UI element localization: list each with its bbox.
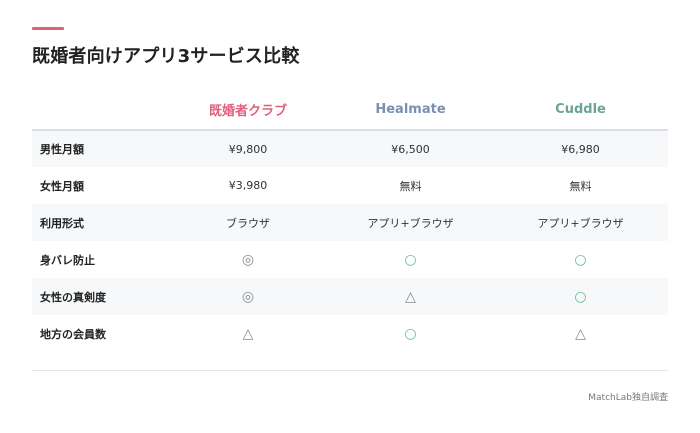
- rating-mark: ○: [328, 315, 493, 352]
- table-row: 利用形式 ブラウザ アプリ+ブラウザ アプリ+ブラウザ: [32, 204, 668, 241]
- column-header-healmate: Healmate: [328, 90, 493, 131]
- header-empty-cell: [32, 90, 168, 131]
- row-label: 女性月額: [32, 167, 168, 204]
- table-cell: ¥9,800: [168, 130, 328, 167]
- table-cell: 無料: [493, 167, 668, 204]
- table-cell: ¥6,980: [493, 130, 668, 167]
- header-row: 既婚者クラブ Healmate Cuddle: [32, 90, 668, 131]
- table-cell: アプリ+ブラウザ: [493, 204, 668, 241]
- table-row: 女性月額 ¥3,980 無料 無料: [32, 167, 668, 204]
- table-cell: アプリ+ブラウザ: [328, 204, 493, 241]
- column-header-kikonsha-club: 既婚者クラブ: [168, 90, 328, 131]
- rating-mark: ○: [493, 241, 668, 278]
- table-cell: ¥3,980: [168, 167, 328, 204]
- rating-mark: ○: [328, 241, 493, 278]
- rating-mark: △: [493, 315, 668, 352]
- row-label: 地方の会員数: [32, 315, 168, 352]
- source-note: MatchLab独自調査: [588, 393, 668, 403]
- row-label: 女性の真剣度: [32, 278, 168, 315]
- table-cell: ¥6,500: [328, 130, 493, 167]
- rating-mark: △: [328, 278, 493, 315]
- page-title: 既婚者向けアプリ3サービス比較: [32, 46, 300, 67]
- row-label: 身バレ防止: [32, 241, 168, 278]
- rating-mark: △: [168, 315, 328, 352]
- table-row: 女性の真剣度 ◎ △ ○: [32, 278, 668, 315]
- rating-mark: ◎: [168, 278, 328, 315]
- table-cell: ブラウザ: [168, 204, 328, 241]
- divider: [32, 370, 668, 371]
- row-label: 利用形式: [32, 204, 168, 241]
- table-cell: 無料: [328, 167, 493, 204]
- row-label: 男性月額: [32, 130, 168, 167]
- rating-mark: ○: [493, 278, 668, 315]
- rating-mark: ◎: [168, 241, 328, 278]
- table-row: 地方の会員数 △ ○ △: [32, 315, 668, 352]
- comparison-page: 既婚者向けアプリ3サービス比較 既婚者クラブ Healmate Cuddle 男…: [0, 0, 700, 433]
- table-row: 身バレ防止 ◎ ○ ○: [32, 241, 668, 278]
- column-header-cuddle: Cuddle: [493, 90, 668, 131]
- comparison-table: 既婚者クラブ Healmate Cuddle 男性月額 ¥9,800 ¥6,50…: [32, 90, 668, 352]
- accent-bar: [32, 27, 64, 30]
- table-row: 男性月額 ¥9,800 ¥6,500 ¥6,980: [32, 130, 668, 167]
